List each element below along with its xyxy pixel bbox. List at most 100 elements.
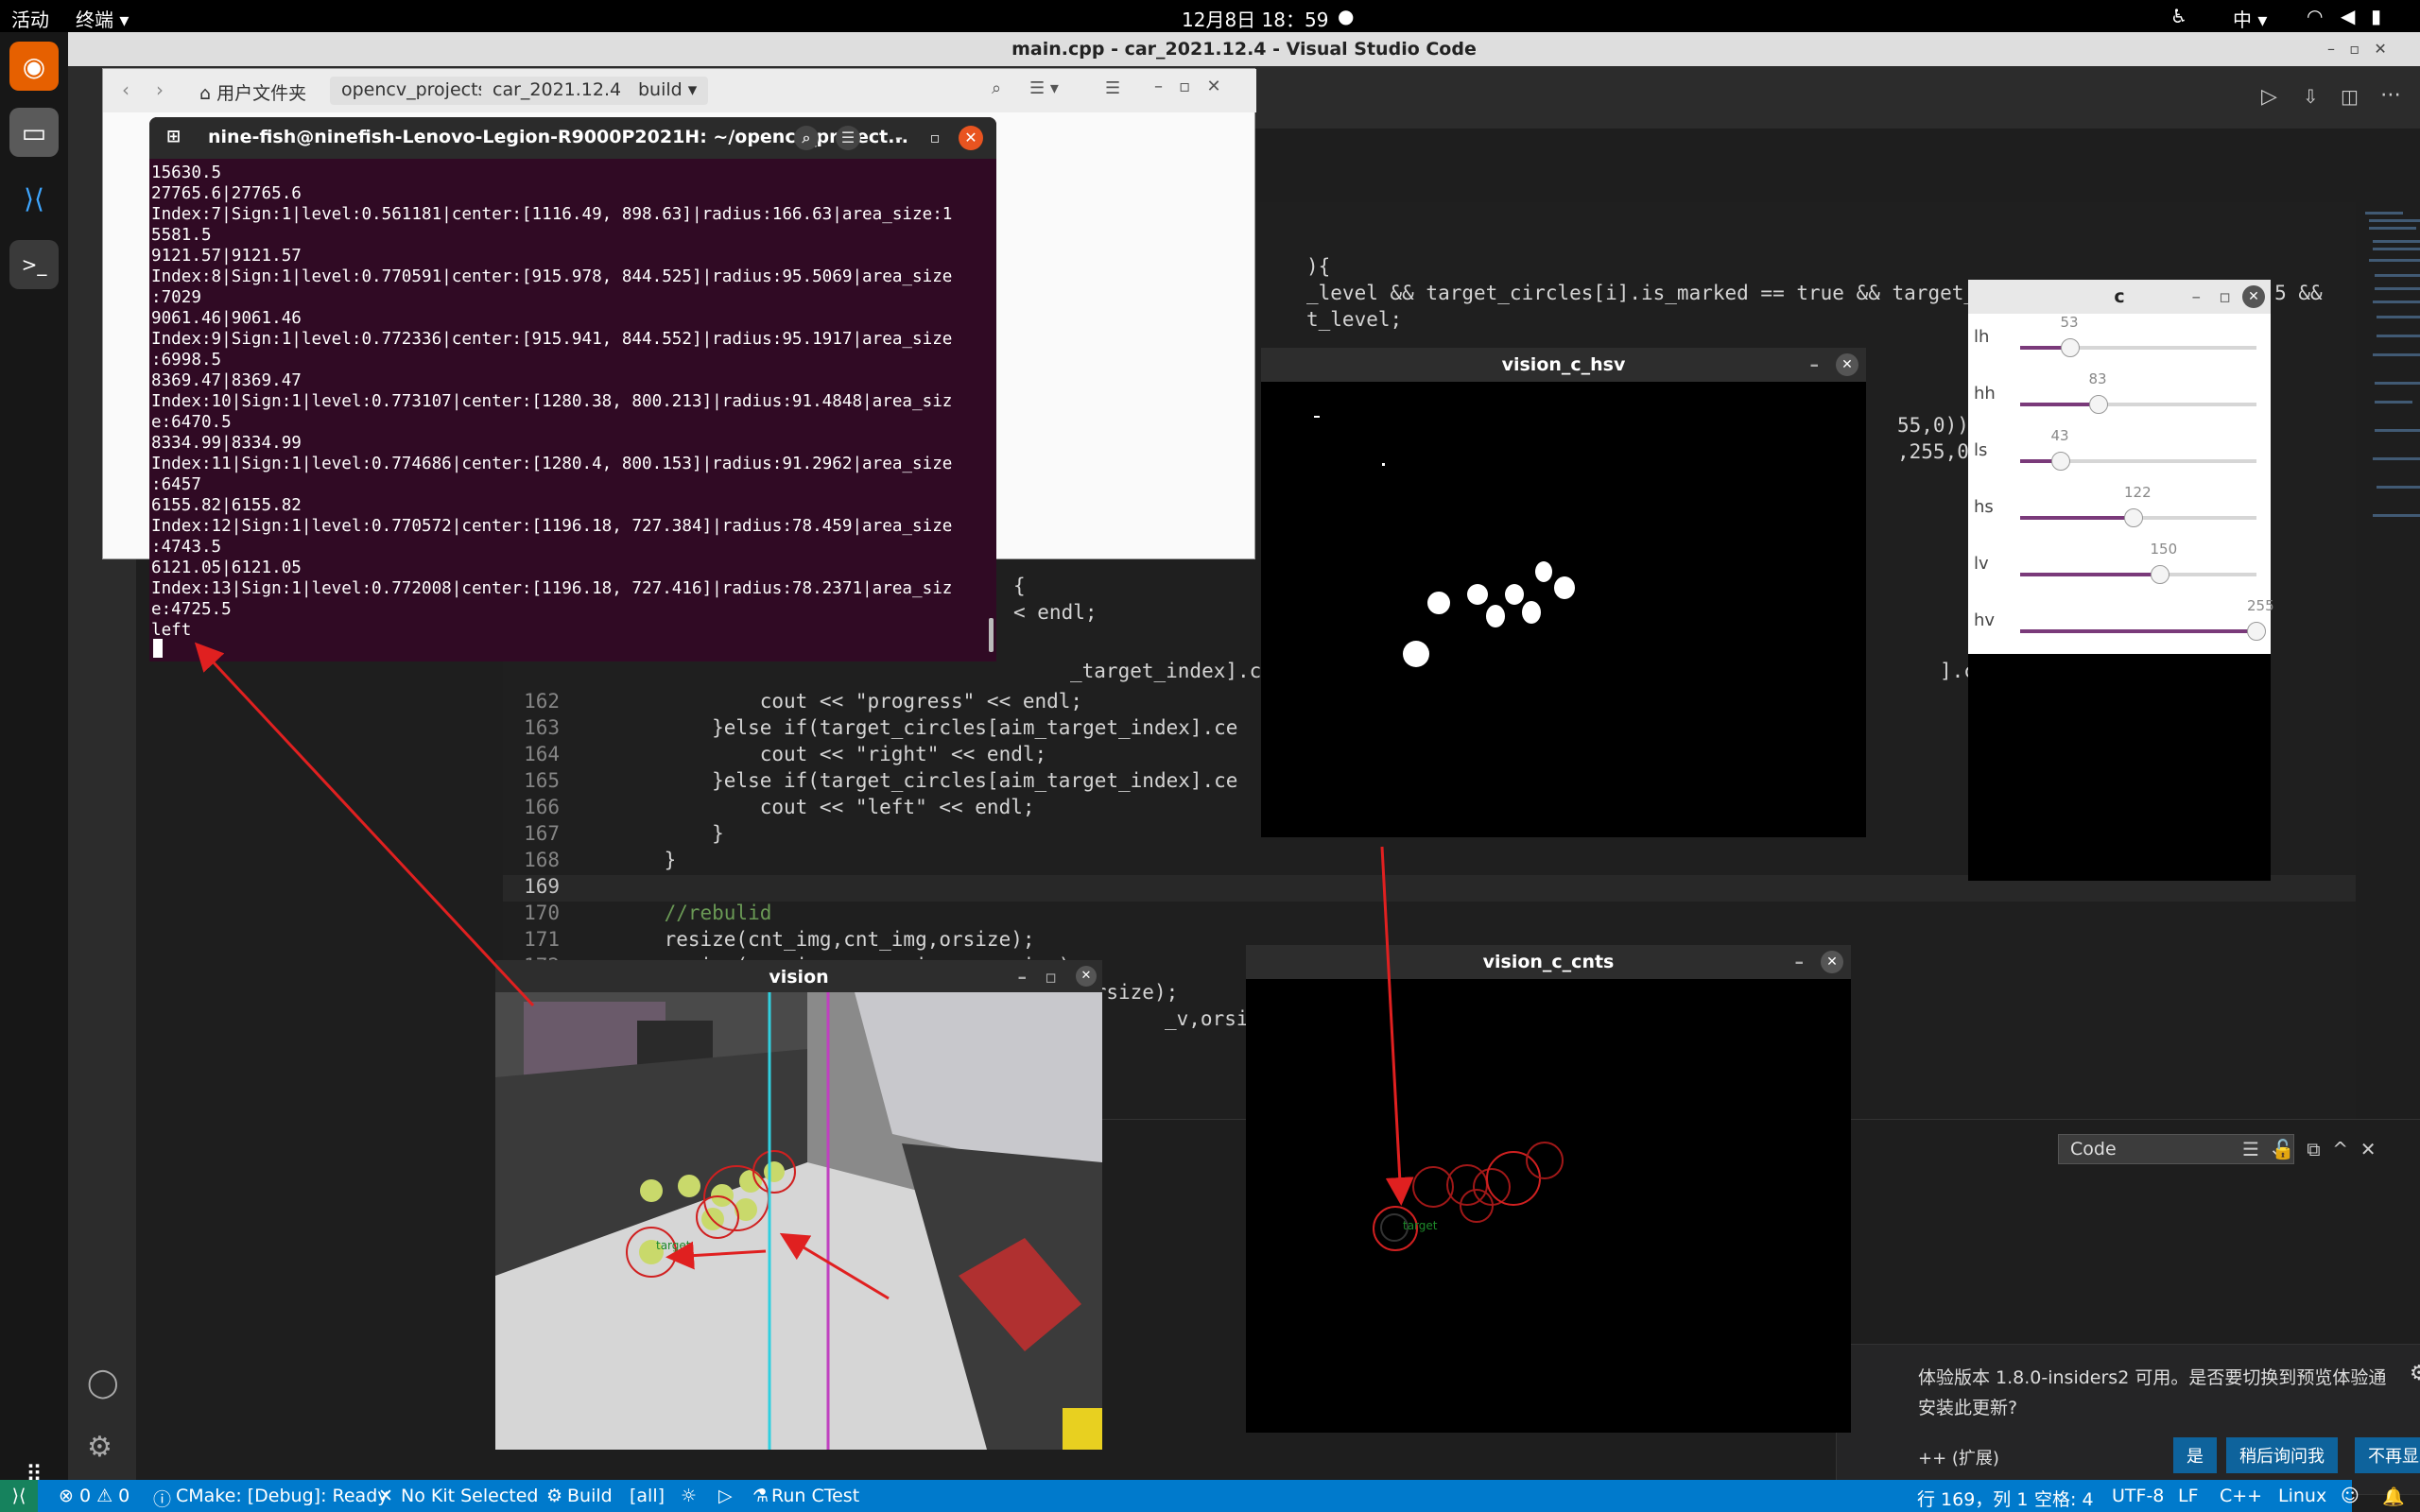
notification-never-button[interactable]: 不再显示 [2355,1437,2420,1473]
notifications-bell-icon[interactable]: 🔔 [2382,1486,2405,1507]
vscode-icon[interactable]: ⟩⟨ [9,174,59,223]
terminal-scrollbar[interactable] [989,618,994,652]
trackbar-hs[interactable]: hs 122 [1968,484,2271,541]
forward-icon[interactable]: › [156,78,164,101]
maximize-icon[interactable]: ▫ [923,126,947,150]
view-list-icon[interactable]: ☰ ▾ [1029,78,1059,98]
encoding[interactable]: UTF-8 [2112,1486,2164,1506]
minimize-icon[interactable]: – [1018,960,1028,994]
kit-icon: ✕ [378,1486,393,1506]
ctest-button[interactable]: Run CTest [771,1486,859,1506]
code-line[interactable]: 170 //rebulid [503,902,2356,928]
terminal-app-menu[interactable]: 终端 ▾ [76,5,129,32]
notification-later-button[interactable]: 稍后询问我 [2226,1437,2338,1473]
kit-status[interactable]: No Kit Selected [401,1486,538,1506]
close-icon[interactable]: ✕ [1076,966,1097,987]
terminal-menu-icon[interactable]: ☰ [836,126,860,150]
activities-button[interactable]: 活动 [11,5,49,32]
build-button[interactable]: Build [567,1486,613,1506]
close-icon[interactable]: ✕ [1836,353,1858,376]
trackbar-ls[interactable]: ls 43 [1968,427,2271,484]
trackbar-hv[interactable]: hv 255 [1968,597,2274,654]
minimize-icon[interactable]: – [887,126,911,150]
cursor-position[interactable]: 行 169，列 1 [1917,1486,2028,1511]
notification-gear-icon[interactable]: ⚙ [2410,1362,2420,1385]
panel-actions[interactable]: ☰ 🔓 ⧉ ^ ✕ [2242,1138,2377,1160]
terminal-line: 9121.57|9121.57 [151,247,302,266]
files-icon[interactable]: ▭ [9,108,59,157]
breadcrumb-home[interactable]: ⌂ 用户文件夹 [188,77,318,105]
minimize-icon[interactable]: – [2192,280,2202,314]
trackbar-rail[interactable] [2020,508,2256,527]
terminal-icon[interactable]: >_ [9,240,59,289]
settings-gear-icon[interactable]: ⚙ [87,1431,112,1464]
notification-yes-button[interactable]: 是 [2173,1437,2217,1473]
trackbar-handle[interactable] [2088,395,2108,414]
input-method[interactable]: 中 ▾ [2233,5,2267,32]
trackbar-handle[interactable] [2050,452,2070,471]
minimap[interactable] [2356,202,2420,580]
terminal-search-icon[interactable]: ⌕ [794,126,819,150]
trackbar-hh[interactable]: hh 83 [1968,370,2271,427]
breadcrumb-car[interactable]: car_2021.12.4 [481,77,633,105]
breadcrumb-build[interactable]: build ▾ [627,77,709,105]
back-icon[interactable]: ‹ [122,78,130,101]
trackbar-handle[interactable] [2150,565,2169,584]
terminal-header: ⊞ nine-fish@ninefish-Lenovo-Legion-R9000… [149,117,996,159]
terminal-line: 6121.05|6121.05 [151,558,302,577]
menu-icon[interactable]: ☰ [1105,78,1120,98]
volume-icon[interactable]: ◀ [2341,5,2355,27]
debug-download-icon[interactable]: ⇩ [2303,85,2319,108]
problems-count[interactable]: ⊗ 0 ⚠ 0 [59,1486,130,1506]
firefox-icon[interactable]: ◉ [9,42,59,91]
target-select[interactable]: [all] [630,1486,665,1506]
wifi-icon[interactable]: ◠ [2307,5,2323,27]
remote-icon[interactable]: ⟩⟨ [0,1480,38,1512]
debug-icon[interactable]: ☼ [681,1486,697,1506]
battery-icon[interactable]: ▮ [2371,5,2381,27]
window-controls[interactable]: – ▫ ✕ [2327,40,2387,58]
terminal-line: Index:12|Sign:1|level:0.770572|center:[1… [151,517,953,536]
trackbar-handle[interactable] [2247,622,2266,641]
search-icon[interactable]: ⌕ [992,78,1001,98]
accessibility-icon[interactable]: ♿ [2170,5,2187,27]
feedback-icon[interactable]: ☺ [2341,1486,2360,1506]
trackbar-rail[interactable] [2020,395,2256,414]
split-editor-icon[interactable]: ◫ [2341,85,2359,108]
trackbar-handle[interactable] [2060,338,2080,357]
file-window-controls[interactable]: – ▫ ✕ [1154,77,1221,96]
close-icon[interactable]: ✕ [2242,285,2265,308]
trackbar-value: 255 [2247,597,2274,614]
breadcrumb-opencv-projects[interactable]: opencv_projects [330,77,499,105]
close-icon[interactable]: ✕ [959,126,983,150]
account-icon[interactable]: ◯ [87,1366,119,1400]
cnts-title-text: vision_c_cnts [1482,952,1615,972]
trackbar-lh[interactable]: lh 53 [1968,314,2271,370]
terminal-output[interactable]: 15630.5 27765.6|27765.6 Index:7|Sign:1|lev… [151,163,993,662]
build-gear-icon: ⚙ [546,1486,563,1506]
trackbar-fill [2020,629,2256,633]
close-icon[interactable]: ✕ [1821,951,1843,973]
minimize-icon[interactable]: – [1810,348,1820,382]
minimize-icon[interactable]: – [1795,945,1805,979]
maximize-icon[interactable]: ▫ [2219,280,2231,314]
cmake-status[interactable]: CMake: [Debug]: Ready [176,1486,389,1506]
trackbar-handle[interactable] [2124,508,2143,527]
run-icon[interactable]: ▷ [2261,85,2277,109]
trackbar-rail[interactable] [2020,338,2256,357]
code-text: //rebulid [616,902,772,924]
eol[interactable]: LF [2178,1486,2199,1506]
line-number: 169 [524,875,560,898]
launch-icon[interactable]: ▷ [718,1486,733,1506]
language-mode[interactable]: C++ [2220,1486,2262,1506]
trackbar-rail[interactable] [2020,622,2266,641]
trackbar-rail[interactable] [2020,565,2256,584]
clock[interactable]: 12月8日 18：59 [1182,5,1328,32]
new-tab-icon[interactable]: ⊞ [166,127,181,146]
indentation[interactable]: 空格: 4 [2034,1486,2094,1511]
trackbar-rail[interactable] [2020,452,2256,471]
os-status[interactable]: Linux [2278,1486,2326,1506]
more-actions-icon[interactable]: ⋯ [2380,83,2401,107]
maximize-icon[interactable]: ▫ [1045,960,1057,994]
trackbar-lv[interactable]: lv 150 [1968,541,2271,597]
